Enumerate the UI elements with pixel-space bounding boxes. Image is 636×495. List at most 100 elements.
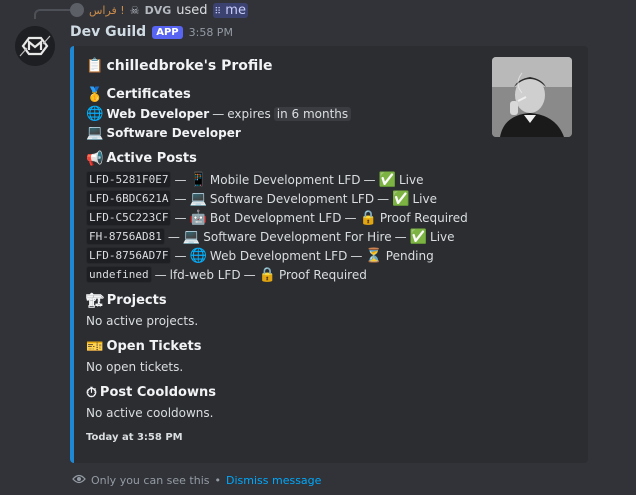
ephemeral-text: Only you can see this <box>91 474 210 487</box>
post-title: Mobile Development LFD <box>209 172 361 187</box>
lock-icon: 🔒 <box>258 266 277 283</box>
certificate-name: Software Developer <box>106 126 241 140</box>
post-row: FH-8756AD81 — 💻 Software Development For… <box>86 228 455 245</box>
robot-icon: 🤖 <box>189 209 207 226</box>
dev-guild-logo <box>15 26 55 66</box>
projects-heading: 🏗 Projects <box>86 293 167 308</box>
post-id: LFD-5281F0E7 <box>86 171 172 188</box>
command-mention[interactable]: ⠿ me <box>212 2 248 18</box>
post-row: LFD-6BDC621A — 💻 Software Development LF… <box>86 190 437 207</box>
post-id: LFD-C5C223CF <box>86 209 172 226</box>
post-status: Proof Required <box>279 267 367 282</box>
laptop-icon: 💻 <box>189 190 207 207</box>
active-posts-heading-text: Active Posts <box>106 151 197 166</box>
dismiss-message-link[interactable]: Dismiss message <box>226 474 321 487</box>
separator: — <box>243 267 256 282</box>
cooldowns-text: No active cooldowns. <box>86 406 214 420</box>
post-row: LFD-8756AD7F — 🌐 Web Development LFD — ⏳… <box>86 247 434 264</box>
post-status: Proof Required <box>379 210 468 225</box>
post-id: undefined <box>86 266 152 283</box>
message-header: Dev Guild APP 3:58 PM <box>70 24 233 40</box>
check-mark-icon: ✅ <box>392 190 410 207</box>
globe-icon: 🌐 <box>86 106 104 122</box>
reply-context[interactable]: فراس ! ☠ DVG used ⠿ me <box>70 2 248 18</box>
hourglass-icon: ⏳ <box>365 247 383 264</box>
post-status: Live <box>430 229 455 244</box>
laptop-icon: 💻 <box>86 125 104 141</box>
tickets-heading-text: Open Tickets <box>106 339 202 354</box>
embed-title: 📋 chilledbroke's Profile <box>86 58 273 74</box>
separator: — <box>154 267 167 282</box>
ticket-icon: 🎫 <box>86 338 104 355</box>
post-title: Software Development LFD <box>209 191 375 206</box>
post-status: Pending <box>385 248 434 263</box>
profile-embed: 📋 chilledbroke's Profile 🥇 Certificates … <box>70 46 588 463</box>
separator: — <box>363 172 376 187</box>
command-name: me <box>225 2 246 18</box>
certificate-web-developer: 🌐 Web Developer — expires in 6 months <box>86 106 352 122</box>
construction-icon: 🏗 <box>86 292 104 309</box>
separator: — <box>174 210 187 225</box>
post-id: FH-8756AD81 <box>86 228 165 245</box>
profile-thumbnail[interactable] <box>492 57 572 137</box>
post-status: Live <box>398 172 424 187</box>
certificate-name: Web Developer <box>106 107 210 121</box>
separator: — <box>174 248 187 263</box>
certificates-heading: 🥇 Certificates <box>86 87 191 102</box>
reply-user-tag: DVG <box>144 3 172 17</box>
projects-heading-text: Projects <box>106 293 167 308</box>
expires-timestamp[interactable]: in 6 months <box>273 107 352 121</box>
separator: — <box>174 191 187 206</box>
reply-user-name[interactable]: فراس ! <box>89 4 125 17</box>
megaphone-icon: 📢 <box>86 150 104 167</box>
cooldowns-heading: ⏱ Post Cooldowns <box>86 385 216 400</box>
check-mark-icon: ✅ <box>378 171 396 188</box>
separator: — <box>350 248 363 263</box>
reply-action: used <box>176 2 208 18</box>
separator: — <box>212 107 225 121</box>
certificates-heading-text: Certificates <box>106 87 191 102</box>
medal-icon: 🥇 <box>86 86 104 103</box>
app-badge: APP <box>152 25 183 39</box>
projects-text: No active projects. <box>86 314 199 328</box>
check-mark-icon: ✅ <box>409 228 428 245</box>
separator: — <box>174 172 187 187</box>
post-title: lfd-web LFD <box>169 267 241 282</box>
post-row: undefined — lfd-web LFD — 🔒 Proof Requir… <box>86 266 367 283</box>
post-row: LFD-5281F0E7 — 📱 Mobile Development LFD … <box>86 171 423 188</box>
cooldowns-heading-text: Post Cooldowns <box>99 385 216 400</box>
separator: — <box>394 229 407 244</box>
separator: — <box>377 191 390 206</box>
post-id: LFD-8756AD7F <box>86 247 172 264</box>
post-id: LFD-6BDC621A <box>86 190 172 207</box>
bot-avatar[interactable] <box>15 26 55 66</box>
profile-photo-icon <box>492 57 572 137</box>
ephemeral-notice: Only you can see this • Dismiss message <box>72 473 321 488</box>
mobile-phone-icon: 📱 <box>189 171 207 188</box>
globe-icon: 🌐 <box>189 247 207 264</box>
separator-dot: • <box>214 474 222 487</box>
post-title: Bot Development LFD <box>209 210 342 225</box>
separator: — <box>167 229 180 244</box>
clipboard-icon: 📋 <box>86 58 104 74</box>
certificate-software-developer: 💻 Software Developer <box>86 126 241 140</box>
embed-title-text: chilledbroke's Profile <box>106 58 273 74</box>
reply-connector <box>34 9 70 19</box>
eye-icon <box>72 473 86 488</box>
skull-icon: ☠ <box>129 3 140 17</box>
tickets-heading: 🎫 Open Tickets <box>86 339 202 354</box>
separator: — <box>344 210 357 225</box>
message-timestamp[interactable]: 3:58 PM <box>189 26 233 39</box>
embed-footer: Today at 3:58 PM <box>86 432 183 443</box>
slash-command-icon: ⠿ <box>214 6 222 17</box>
tickets-text: No open tickets. <box>86 360 184 374</box>
post-title: Software Development For Hire <box>203 229 392 244</box>
reply-user-avatar[interactable] <box>70 3 84 17</box>
post-row: LFD-C5C223CF — 🤖 Bot Development LFD — 🔒… <box>86 209 468 226</box>
post-status: Live <box>412 191 438 206</box>
laptop-icon: 💻 <box>182 228 201 245</box>
active-posts-heading: 📢 Active Posts <box>86 151 197 166</box>
author-name[interactable]: Dev Guild <box>70 24 146 40</box>
stopwatch-icon: ⏱ <box>86 384 97 401</box>
expires-label: expires <box>227 107 271 121</box>
